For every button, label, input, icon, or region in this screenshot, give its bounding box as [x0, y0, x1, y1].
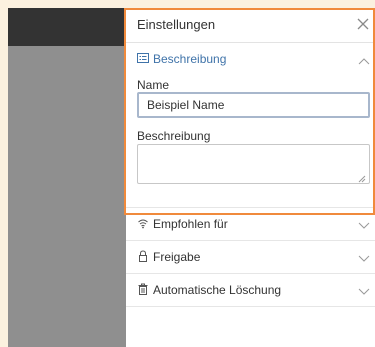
description-label: Beschreibung	[137, 129, 211, 143]
name-label: Name	[137, 78, 170, 92]
chevron-down-icon	[358, 219, 370, 229]
lock-icon	[137, 250, 149, 262]
name-field[interactable]	[137, 92, 370, 118]
section-label: Beschreibung	[153, 52, 227, 66]
panel-header: Einstellungen	[126, 8, 375, 43]
chevron-up-icon	[358, 54, 370, 65]
section-freigabe[interactable]: Freigabe	[126, 241, 375, 274]
description-wrapper	[126, 144, 375, 186]
chevron-down-icon	[358, 285, 370, 295]
description-field[interactable]	[137, 144, 370, 184]
section-label: Automatische Löschung	[153, 283, 282, 297]
section-beschreibung[interactable]: Beschreibung	[126, 43, 375, 75]
panel-title: Einstellungen	[137, 17, 216, 32]
resize-grip-icon[interactable]	[358, 172, 366, 183]
section-label: Freigabe	[153, 250, 201, 264]
description-icon	[137, 52, 149, 64]
recommend-icon	[137, 217, 149, 229]
section-loeschung[interactable]: Automatische Löschung	[126, 274, 375, 307]
chevron-down-icon	[358, 252, 370, 262]
section-label: Empfohlen für	[153, 217, 228, 231]
section-empfohlen[interactable]: Empfohlen für	[126, 208, 375, 241]
settings-panel: Einstellungen Beschreibung Name Beschrei…	[126, 8, 375, 347]
trash-icon	[137, 283, 149, 295]
background-pane	[8, 8, 128, 347]
background-topbar	[8, 8, 128, 46]
close-icon[interactable]	[353, 14, 373, 34]
